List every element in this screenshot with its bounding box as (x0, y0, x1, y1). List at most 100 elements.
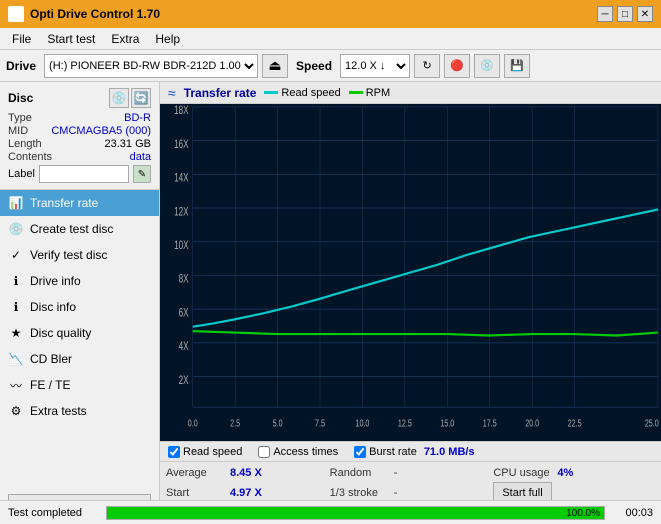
svg-text:10X: 10X (174, 240, 189, 253)
nav-drive-info-label: Drive info (30, 274, 81, 288)
disc-info-icon: ℹ (8, 299, 24, 315)
progress-bar-fill (107, 507, 604, 519)
fe-te-icon: 〰 (8, 377, 24, 393)
stroke-1-3-value: - (394, 487, 398, 499)
nav-cd-bler[interactable]: 📉 CD Bler (0, 346, 159, 372)
legend-rpm: RPM (349, 87, 390, 99)
average-label: Average (166, 467, 226, 479)
burst-rate-value: 71.0 MB/s (424, 446, 475, 458)
main-layout: Disc 💿 🔄 Type BD-R MID CMCMAGBA5 (000) L… (0, 82, 661, 524)
drive-info-icon: ℹ (8, 273, 24, 289)
speed-label: Speed (296, 59, 332, 73)
cb-access-times[interactable] (258, 446, 270, 458)
verify-icon: ✓ (8, 247, 24, 263)
checkbox-row: Read speed Access times Burst rate 71.0 … (160, 441, 661, 461)
start-value: 4.97 X (230, 487, 270, 499)
icon-btn-3[interactable]: 💾 (504, 54, 530, 78)
drive-select[interactable]: (H:) PIONEER BD-RW BDR-212D 1.00 (44, 54, 258, 78)
cb-burst-rate[interactable] (354, 446, 366, 458)
svg-text:15.0: 15.0 (440, 417, 454, 429)
speed-icon-btn[interactable]: ↻ (414, 54, 440, 78)
cb-read-speed-label: Read speed (183, 446, 242, 458)
menu-help[interactable]: Help (147, 30, 188, 48)
cpu-label: CPU usage (493, 467, 553, 479)
mid-value: CMCMAGBA5 (000) (51, 125, 151, 137)
svg-text:16X: 16X (174, 139, 189, 152)
contents-label: Contents (8, 151, 52, 163)
progress-text: 100.0% (566, 507, 600, 521)
svg-text:14X: 14X (174, 172, 189, 185)
progress-bar-container: 100.0% (106, 506, 605, 520)
type-value: BD-R (124, 112, 151, 124)
nav-verify-label: Verify test disc (30, 248, 107, 262)
svg-text:2X: 2X (179, 375, 189, 388)
disc-title: Disc (8, 91, 33, 105)
graph-container: 18X 16X 14X 12X 10X 8X 6X 4X 2X 0.0 2.5 … (160, 104, 661, 441)
disc-label-input[interactable] (39, 165, 129, 183)
disc-icon-2[interactable]: 🔄 (131, 88, 151, 108)
nav-disc-info[interactable]: ℹ Disc info (0, 294, 159, 320)
length-value: 23.31 GB (105, 138, 151, 150)
menu-bar: File Start test Extra Help (0, 28, 661, 50)
nav-disc-info-label: Disc info (30, 300, 76, 314)
nav-transfer-rate-label: Transfer rate (30, 196, 98, 210)
svg-text:25.0 GB: 25.0 GB (645, 417, 661, 429)
chart-area: ≈ Transfer rate Read speed RPM (160, 82, 661, 524)
minimize-btn[interactable]: ─ (597, 6, 613, 22)
nav-cd-bler-label: CD Bler (30, 352, 72, 366)
drive-label: Drive (6, 59, 36, 73)
maximize-btn[interactable]: □ (617, 6, 633, 22)
legend-rpm-label: RPM (366, 87, 390, 99)
menu-extra[interactable]: Extra (103, 30, 147, 48)
disc-quality-icon: ★ (8, 325, 24, 341)
svg-text:0.0: 0.0 (188, 417, 198, 429)
svg-text:10.0: 10.0 (355, 417, 369, 429)
svg-text:12.5: 12.5 (398, 417, 412, 429)
sidebar: Disc 💿 🔄 Type BD-R MID CMCMAGBA5 (000) L… (0, 82, 160, 524)
mid-label: MID (8, 125, 28, 137)
drive-toolbar: Drive (H:) PIONEER BD-RW BDR-212D 1.00 ⏏… (0, 50, 661, 82)
svg-text:20.0: 20.0 (525, 417, 539, 429)
close-btn[interactable]: ✕ (637, 6, 653, 22)
legend-read-speed-label: Read speed (281, 87, 340, 99)
icon-btn-1[interactable]: 🔴 (444, 54, 470, 78)
disc-label-label: Label (8, 168, 35, 180)
legend-read-speed: Read speed (264, 87, 340, 99)
transfer-rate-icon: 📊 (8, 195, 24, 211)
svg-text:7.5: 7.5 (315, 417, 325, 429)
nav-disc-quality[interactable]: ★ Disc quality (0, 320, 159, 346)
nav-drive-info[interactable]: ℹ Drive info (0, 268, 159, 294)
svg-text:2.5: 2.5 (230, 417, 240, 429)
nav-extra-tests[interactable]: ⚙ Extra tests (0, 398, 159, 424)
random-label: Random (330, 467, 390, 479)
time-text: 00:03 (613, 507, 653, 519)
title-bar: Opti Drive Control 1.70 ─ □ ✕ (0, 0, 661, 28)
nav-fe-te[interactable]: 〰 FE / TE (0, 372, 159, 398)
status-text: Test completed (8, 507, 98, 519)
stroke-1-3-label: 1/3 stroke (330, 487, 390, 499)
svg-text:12X: 12X (174, 206, 189, 219)
nav-transfer-rate[interactable]: 📊 Transfer rate (0, 190, 159, 216)
nav-create-label: Create test disc (30, 222, 113, 236)
eject-btn[interactable]: ⏏ (262, 54, 288, 78)
disc-label-btn[interactable]: ✎ (133, 165, 151, 183)
nav-verify-test-disc[interactable]: ✓ Verify test disc (0, 242, 159, 268)
svg-text:5.0: 5.0 (273, 417, 283, 429)
speed-select[interactable]: 12.0 X ↓ (340, 54, 410, 78)
type-label: Type (8, 112, 32, 124)
window-controls[interactable]: ─ □ ✕ (597, 6, 653, 22)
app-title: Opti Drive Control 1.70 (30, 7, 160, 21)
create-test-icon: 💿 (8, 221, 24, 237)
icon-btn-2[interactable]: 💿 (474, 54, 500, 78)
cpu-value: 4% (557, 467, 597, 479)
nav-extra-tests-label: Extra tests (30, 404, 87, 418)
cb-read-speed[interactable] (168, 446, 180, 458)
menu-file[interactable]: File (4, 30, 39, 48)
svg-text:17.5: 17.5 (483, 417, 497, 429)
average-value: 8.45 X (230, 467, 270, 479)
cd-bler-icon: 📉 (8, 351, 24, 367)
disc-icon-1[interactable]: 💿 (109, 88, 129, 108)
nav-create-test-disc[interactable]: 💿 Create test disc (0, 216, 159, 242)
legend-read-speed-color (264, 91, 278, 94)
menu-start-test[interactable]: Start test (39, 30, 103, 48)
